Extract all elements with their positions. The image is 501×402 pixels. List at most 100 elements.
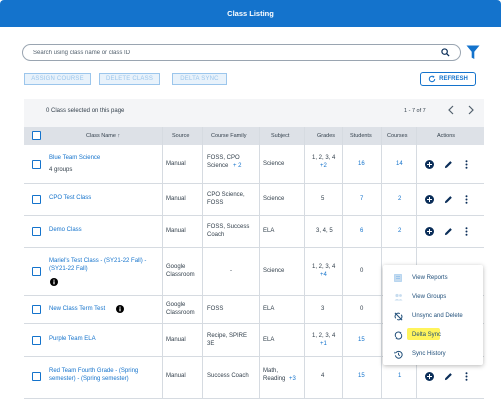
col-class-name[interactable]: Class Name ↑	[86, 133, 120, 139]
row-checkbox[interactable]	[32, 160, 41, 169]
menu-label: Sync History	[412, 351, 446, 357]
delta-sync-button[interactable]: DELTA SYNC	[172, 73, 227, 85]
edit-icon[interactable]	[444, 372, 453, 381]
edit-icon[interactable]	[444, 227, 453, 236]
edit-icon[interactable]	[444, 195, 453, 204]
course-family-cell: CPO Science,	[207, 192, 245, 198]
source-cell-2: Classroom	[166, 272, 195, 278]
col-source: Source	[172, 133, 190, 139]
source-cell: Manual	[166, 337, 186, 343]
source-cell: Manual	[166, 161, 186, 167]
table-row: CPO Test Class Manual CPO Science, FOSS …	[24, 184, 484, 216]
menu-item-view-reports[interactable]: View Reports	[383, 269, 483, 287]
col-actions: Actions	[437, 133, 456, 139]
info-icon[interactable]	[50, 278, 58, 286]
refresh-label: REFRESH	[439, 76, 468, 82]
course-family-cell: FOSS, Success	[207, 224, 250, 230]
search-input[interactable]	[33, 49, 460, 56]
col-subject: Subject	[271, 133, 290, 139]
column-divider	[202, 127, 203, 399]
search-icon[interactable]	[441, 48, 450, 57]
page-title: Class Listing	[227, 9, 274, 18]
class-name-link[interactable]: CPO Test Class	[49, 195, 91, 202]
info-icon[interactable]	[116, 305, 124, 313]
filter-icon[interactable]	[466, 45, 480, 60]
class-name-link-2[interactable]: semester) - (Spring semester)	[49, 376, 129, 383]
menu-item-delta-sync[interactable]: Delta Sync	[383, 326, 483, 344]
row-checkbox[interactable]	[32, 267, 41, 276]
row-checkbox[interactable]	[32, 195, 41, 204]
subject-cell: ELA	[263, 337, 275, 343]
chevron-right-icon[interactable]	[467, 105, 475, 115]
course-family-cell-2: FOSS	[207, 200, 224, 206]
students-count[interactable]: 6	[360, 228, 363, 235]
unsync-icon	[394, 312, 403, 320]
courses-count[interactable]: 1	[398, 373, 401, 380]
menu-item-sync-history[interactable]: Sync History	[383, 345, 483, 363]
assign-course-button[interactable]: ASSIGN COURSE	[24, 73, 91, 85]
group-count: 4 groups	[49, 167, 73, 173]
grades-more[interactable]: +2	[320, 163, 327, 170]
source-cell: Manual	[166, 373, 186, 379]
grades-more[interactable]: +4	[320, 272, 327, 279]
menu-label: Delta Sync	[412, 332, 442, 338]
class-name-link[interactable]: Purple Team ELA	[49, 336, 96, 343]
class-name-link[interactable]: Demo Class	[49, 227, 82, 234]
grades-cell: 1, 2, 3, 4	[312, 264, 336, 270]
edit-icon[interactable]	[444, 160, 453, 169]
history-icon	[394, 350, 403, 359]
course-family-cell-2: 3E	[207, 341, 215, 347]
menu-label: View Reports	[412, 275, 448, 281]
add-icon[interactable]	[425, 227, 434, 236]
more-options-icon[interactable]	[465, 195, 468, 204]
class-name-link-2[interactable]: (SY21-22 Fall)	[49, 266, 88, 273]
class-name-link[interactable]: New Class Term Test	[49, 306, 105, 313]
column-divider	[259, 127, 260, 399]
more-options-icon[interactable]	[465, 227, 468, 236]
class-name-link[interactable]: Red Team Fourth Grade - (Spring	[49, 368, 138, 375]
courses-count[interactable]: 2	[398, 196, 401, 203]
courses-count[interactable]: 2	[398, 228, 401, 235]
menu-label: Unsync and Delete	[412, 313, 463, 319]
row-checkbox[interactable]	[32, 227, 41, 236]
more-options-icon[interactable]	[465, 372, 468, 381]
grades-cell: 3	[321, 306, 325, 312]
add-icon[interactable]	[425, 160, 434, 169]
source-cell: Manual	[166, 228, 186, 234]
students-count[interactable]: 0	[360, 306, 363, 313]
subject-cell: ELA	[263, 306, 275, 312]
students-count[interactable]: 0	[360, 268, 363, 275]
courses-count[interactable]: 14	[396, 161, 403, 168]
delete-class-button[interactable]: DELETE CLASS	[99, 73, 160, 85]
students-count[interactable]: 15	[358, 373, 365, 380]
students-count[interactable]: 7	[360, 196, 363, 203]
students-count[interactable]: 15	[358, 337, 365, 344]
select-all-checkbox[interactable]	[32, 131, 41, 140]
course-family-cell-2: Science	[207, 163, 229, 169]
course-family-more[interactable]: + 2	[233, 163, 242, 170]
row-checkbox[interactable]	[32, 372, 41, 381]
grades-cell: 1, 2, 3, 4	[312, 333, 336, 339]
add-icon[interactable]	[425, 372, 434, 381]
subject-more[interactable]: +3	[289, 376, 296, 383]
menu-item-view-groups[interactable]: View Groups	[383, 288, 483, 306]
row-checkbox[interactable]	[32, 305, 41, 314]
source-cell: Google	[166, 264, 186, 270]
add-icon[interactable]	[425, 195, 434, 204]
search-bar[interactable]	[22, 44, 461, 61]
reports-icon	[394, 274, 402, 282]
grades-cell: 4	[321, 373, 325, 379]
grades-more[interactable]: +1	[320, 341, 327, 348]
class-name-link[interactable]: Mariel's Test Class - (SY21-22 Fall) -	[49, 258, 146, 265]
row-checkbox[interactable]	[32, 336, 41, 345]
more-options-icon[interactable]	[465, 160, 468, 169]
chevron-left-icon[interactable]	[447, 105, 455, 115]
class-name-link[interactable]: Blue Team Science	[49, 155, 100, 162]
course-family-cell: FOSS, CPO	[207, 155, 240, 161]
groups-icon	[394, 293, 403, 301]
table-header: Class Name ↑ Source Course Family Subjec…	[24, 127, 484, 145]
refresh-button[interactable]: REFRESH	[420, 72, 476, 86]
refresh-icon	[428, 75, 436, 83]
students-count[interactable]: 16	[358, 161, 365, 168]
menu-item-unsync-delete[interactable]: Unsync and Delete	[383, 307, 483, 325]
